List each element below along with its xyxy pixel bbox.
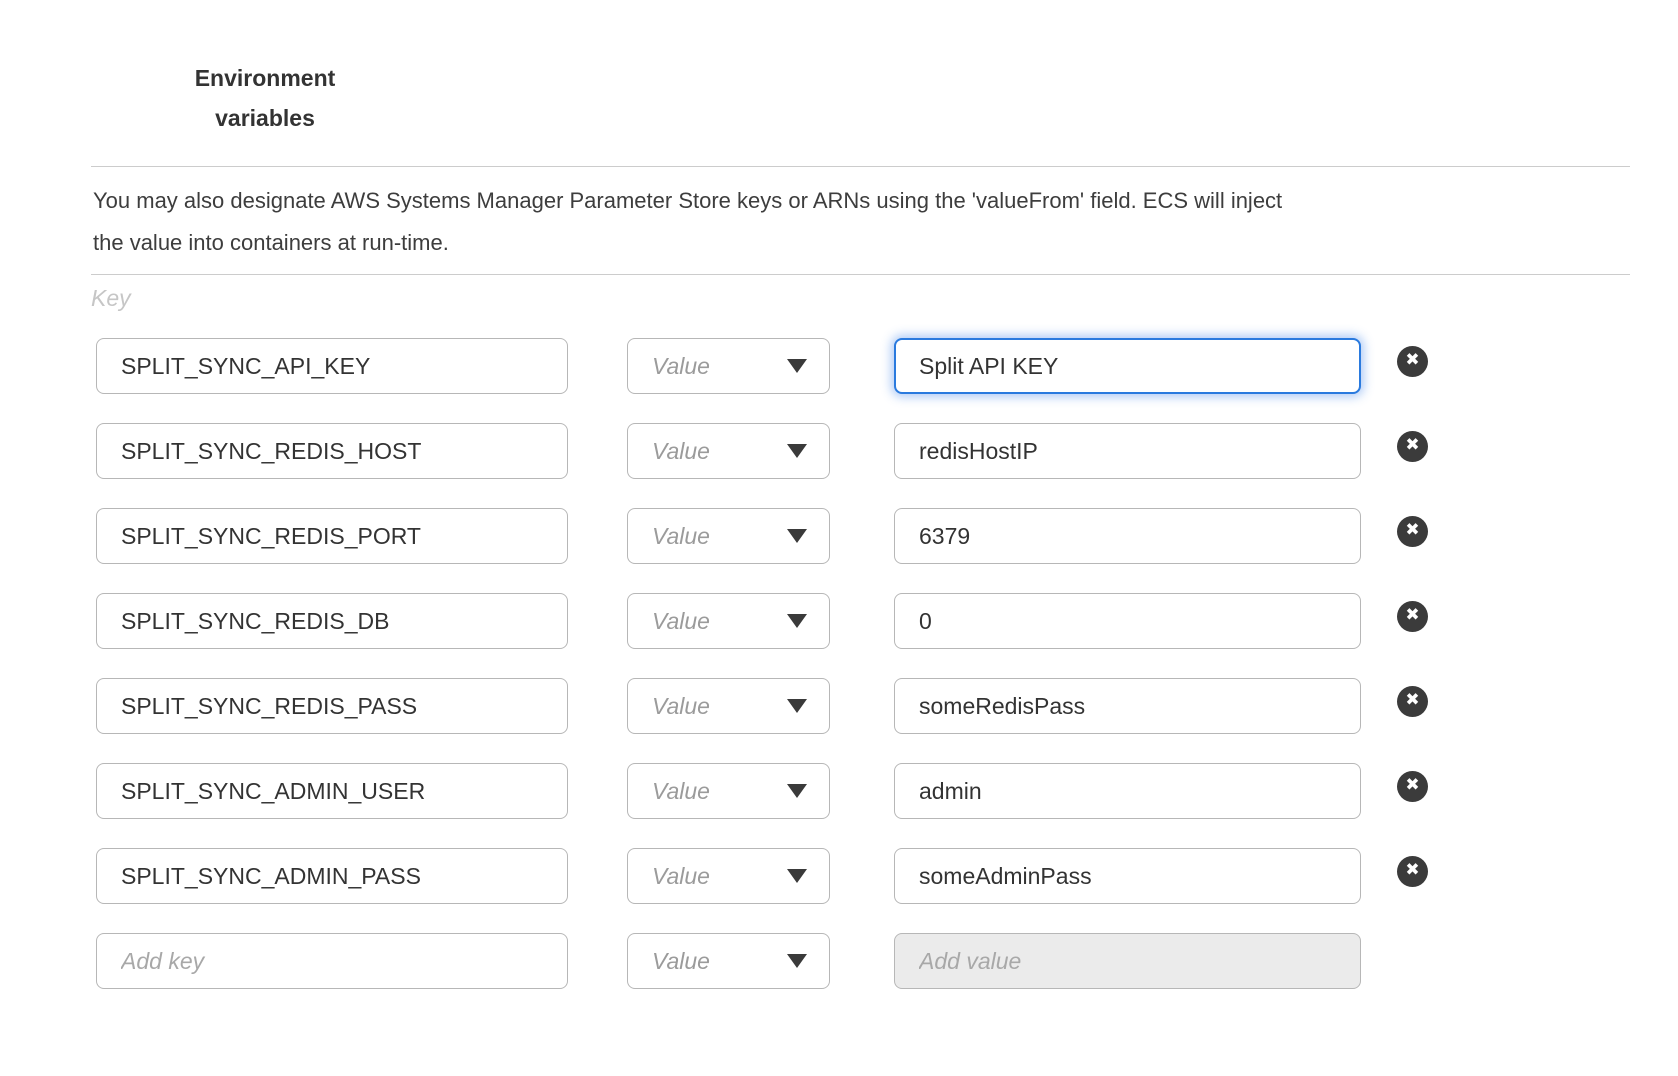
chevron-down-icon xyxy=(787,529,807,543)
env-type-selected-label: Value xyxy=(652,523,710,550)
close-icon: ✖ xyxy=(1405,692,1419,709)
env-key-input[interactable] xyxy=(96,338,568,394)
env-variable-row: Value ✖ xyxy=(96,508,1678,564)
remove-row-button[interactable]: ✖ xyxy=(1397,431,1428,462)
add-value-input[interactable] xyxy=(894,933,1361,989)
env-value-input[interactable] xyxy=(894,508,1361,564)
close-icon: ✖ xyxy=(1405,437,1419,454)
env-value-input[interactable] xyxy=(894,593,1361,649)
key-column-header: Key xyxy=(91,285,1678,315)
chevron-down-icon xyxy=(787,954,807,968)
divider xyxy=(91,166,1630,167)
remove-row-button[interactable]: ✖ xyxy=(1397,856,1428,887)
chevron-down-icon xyxy=(787,869,807,883)
remove-row-button[interactable]: ✖ xyxy=(1397,346,1428,377)
chevron-down-icon xyxy=(787,614,807,628)
env-type-select[interactable]: Value xyxy=(627,508,830,564)
env-variable-row: Value ✖ xyxy=(96,593,1678,649)
env-variable-row: Value ✖ xyxy=(96,848,1678,904)
add-env-variable-row: Value xyxy=(96,933,1678,989)
environment-variable-rows: Value✖Value✖Value✖Value✖Value✖Value✖Valu… xyxy=(96,338,1678,989)
section-label: Environment variables xyxy=(183,58,347,138)
env-value-input[interactable] xyxy=(894,848,1361,904)
env-type-selected-label: Value xyxy=(652,438,710,465)
chevron-down-icon xyxy=(787,444,807,458)
chevron-down-icon xyxy=(787,784,807,798)
env-type-selected-label: Value xyxy=(652,863,710,890)
env-variable-row: Value ✖ xyxy=(96,423,1678,479)
close-icon: ✖ xyxy=(1405,522,1419,539)
env-variable-row: Value ✖ xyxy=(96,678,1678,734)
remove-row-button[interactable]: ✖ xyxy=(1397,516,1428,547)
env-type-select[interactable]: Value xyxy=(627,933,830,989)
env-value-input[interactable] xyxy=(894,678,1361,734)
env-value-input[interactable] xyxy=(894,763,1361,819)
env-type-select[interactable]: Value xyxy=(627,848,830,904)
close-icon: ✖ xyxy=(1405,777,1419,794)
env-value-input[interactable] xyxy=(894,423,1361,479)
remove-row-button[interactable]: ✖ xyxy=(1397,686,1428,717)
env-value-input[interactable] xyxy=(894,338,1361,394)
env-variable-row: Value ✖ xyxy=(96,763,1678,819)
env-type-select[interactable]: Value xyxy=(627,763,830,819)
env-key-input[interactable] xyxy=(96,678,568,734)
env-type-selected-label: Value xyxy=(652,948,710,975)
env-type-selected-label: Value xyxy=(652,353,710,380)
add-key-input[interactable] xyxy=(96,933,568,989)
section-description: You may also designate AWS Systems Manag… xyxy=(93,180,1533,264)
env-type-select[interactable]: Value xyxy=(627,678,830,734)
env-key-input[interactable] xyxy=(96,423,568,479)
env-variable-row: Value ✖ xyxy=(96,338,1678,394)
env-key-input[interactable] xyxy=(96,508,568,564)
divider xyxy=(91,274,1630,275)
remove-row-button[interactable]: ✖ xyxy=(1397,601,1428,632)
env-type-selected-label: Value xyxy=(652,778,710,805)
chevron-down-icon xyxy=(787,699,807,713)
remove-row-button[interactable]: ✖ xyxy=(1397,771,1428,802)
close-icon: ✖ xyxy=(1405,862,1419,879)
env-type-select[interactable]: Value xyxy=(627,338,830,394)
close-icon: ✖ xyxy=(1405,607,1419,624)
close-icon: ✖ xyxy=(1405,352,1419,369)
env-type-select[interactable]: Value xyxy=(627,423,830,479)
env-type-selected-label: Value xyxy=(652,693,710,720)
chevron-down-icon xyxy=(787,359,807,373)
env-type-selected-label: Value xyxy=(652,608,710,635)
env-key-input[interactable] xyxy=(96,763,568,819)
env-key-input[interactable] xyxy=(96,848,568,904)
env-key-input[interactable] xyxy=(96,593,568,649)
env-type-select[interactable]: Value xyxy=(627,593,830,649)
